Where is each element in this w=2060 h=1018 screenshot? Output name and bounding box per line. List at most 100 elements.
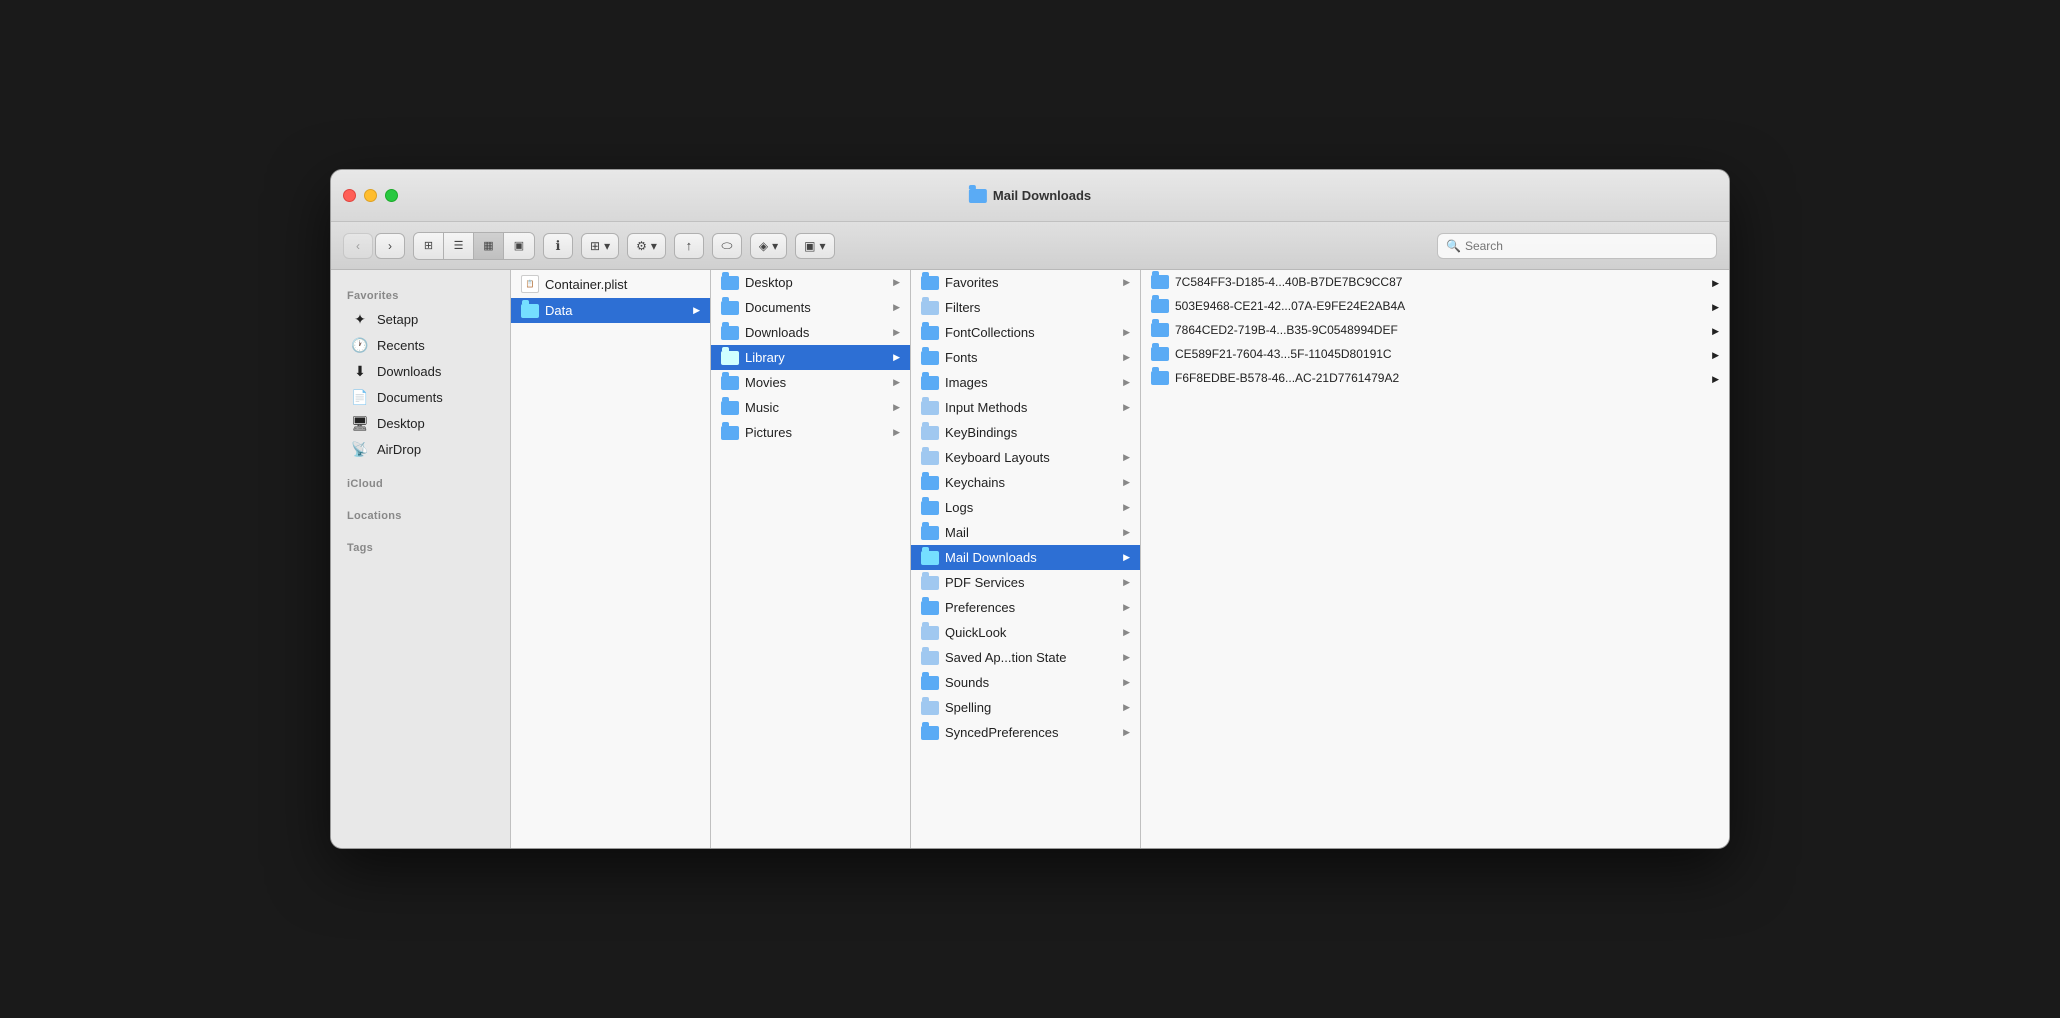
search-box[interactable]: 🔍 [1437, 233, 1717, 259]
group-dropdown[interactable]: ⊞ ▾ [581, 233, 619, 259]
sidebar-item-recents[interactable]: 🕐 Recents [335, 332, 506, 358]
list-item[interactable]: Downloads [711, 320, 910, 345]
mail-downloads-item[interactable]: Mail Downloads [911, 545, 1140, 570]
locations-label: Locations [331, 502, 510, 526]
back-button[interactable]: ‹ [343, 233, 373, 259]
list-item[interactable]: Favorites [911, 270, 1140, 295]
folder-icon [921, 726, 939, 740]
action-dropdown[interactable]: ⚙ ▾ [627, 233, 666, 259]
list-item[interactable]: Fonts [911, 345, 1140, 370]
titlebar: Mail Downloads [331, 170, 1729, 222]
folder-icon [921, 676, 939, 690]
downloads-col2-label: Downloads [745, 325, 809, 340]
list-item[interactable]: Saved Ap...tion State [911, 645, 1140, 670]
list-item[interactable]: Keychains [911, 470, 1140, 495]
sidebar-item-desktop[interactable]: 🖥 Desktop [335, 410, 506, 436]
dropdown-arrow2: ▾ [651, 239, 657, 253]
data-label: Data [545, 303, 572, 318]
tag-icon: ⬭ [721, 238, 732, 254]
chevron-right-icon [893, 427, 900, 438]
list-item[interactable]: KeyBindings [911, 420, 1140, 445]
folder-icon [921, 276, 939, 290]
list-item[interactable]: Documents [711, 295, 910, 320]
search-input[interactable] [1465, 239, 1708, 253]
list-item[interactable]: 7864CED2-719B-4...B35-9C0548994DEF [1141, 318, 1729, 342]
sidebar-item-airdrop[interactable]: 📡 AirDrop [335, 436, 506, 462]
chevron-right-icon [1123, 727, 1130, 738]
music-col2-label: Music [745, 400, 779, 415]
list-item[interactable]: 503E9468-CE21-42...07A-E9FE24E2AB4A [1141, 294, 1729, 318]
list-view-button[interactable]: ☰ [444, 233, 474, 259]
icloud-label: iCloud [331, 470, 510, 494]
back-icon: ‹ [356, 239, 360, 253]
list-item[interactable]: 📋 Container.plist [511, 270, 710, 298]
toolbar: ‹ › ⊞ ☰ ▦ ▣ ℹ ⊞ ▾ [331, 222, 1729, 270]
folder-icon [721, 326, 739, 340]
sidebar-item-setapp[interactable]: ✦ Setapp [335, 306, 506, 332]
list-item[interactable]: Keyboard Layouts [911, 445, 1140, 470]
list-item[interactable]: Mail [911, 520, 1140, 545]
minimize-button[interactable] [364, 189, 377, 202]
list-item[interactable]: CE589F21-7604-43...5F-11045D80191C [1141, 342, 1729, 366]
dropbox-dropdown[interactable]: ◈ ▾ [750, 233, 787, 259]
chevron-right-icon [1123, 377, 1130, 388]
tag-button[interactable]: ⬭ [712, 233, 742, 259]
chevron-right-icon [1123, 527, 1130, 538]
column-4: 7C584FF3-D185-4...40B-B7DE7BC9CC87 503E9… [1141, 270, 1729, 848]
list-item[interactable]: Pictures [711, 420, 910, 445]
list-item[interactable]: Music [711, 395, 910, 420]
tags-label: Tags [331, 534, 510, 558]
column-view-button[interactable]: ▦ [474, 233, 504, 259]
chevron-right-icon [893, 352, 900, 363]
chevron-right-icon [1123, 277, 1130, 288]
share-button[interactable]: ↑ [674, 233, 704, 259]
list-item[interactable]: Filters [911, 295, 1140, 320]
list-item[interactable]: Images [911, 370, 1140, 395]
container-plist-label: Container.plist [545, 277, 627, 292]
list-item[interactable]: Desktop [711, 270, 910, 295]
folder-icon [921, 701, 939, 715]
list-item[interactable]: PDF Services [911, 570, 1140, 595]
folder-icon [721, 351, 739, 365]
list-item[interactable]: Preferences [911, 595, 1140, 620]
info-button[interactable]: ℹ [543, 233, 573, 259]
icon-view-icon: ⊞ [424, 239, 433, 252]
desktop-icon: 🖥 [351, 414, 369, 432]
list-item[interactable]: QuickLook [911, 620, 1140, 645]
list-item[interactable]: Logs [911, 495, 1140, 520]
window-title: Mail Downloads [969, 188, 1091, 203]
favorites-label: Favorites [331, 282, 510, 306]
forward-button[interactable]: › [375, 233, 405, 259]
chevron-right-icon [1123, 652, 1130, 663]
chevron-right-icon [1123, 402, 1130, 413]
icon-view-button[interactable]: ⊞ [414, 233, 444, 259]
recents-icon: 🕐 [351, 336, 369, 354]
list-item[interactable]: Sounds [911, 670, 1140, 695]
folder-icon [921, 301, 939, 315]
maximize-button[interactable] [385, 189, 398, 202]
chevron-right-icon [1712, 323, 1719, 337]
folder-icon [721, 426, 739, 440]
list-item[interactable]: 7C584FF3-D185-4...40B-B7DE7BC9CC87 [1141, 270, 1729, 294]
list-item[interactable]: F6F8EDBE-B578-46...AC-21D7761479A2 [1141, 366, 1729, 390]
list-item[interactable]: Data [511, 298, 710, 323]
dropdown-arrow4: ▾ [820, 239, 826, 253]
list-item[interactable]: Movies [711, 370, 910, 395]
list-item[interactable]: Library [711, 345, 910, 370]
documents-icon: 📄 [351, 388, 369, 406]
info-icon: ℹ [556, 238, 561, 254]
list-item[interactable]: Input Methods [911, 395, 1140, 420]
list-item[interactable]: SyncedPreferences [911, 720, 1140, 745]
device-dropdown[interactable]: ▣ ▾ [795, 233, 834, 259]
chevron-right-icon [1123, 352, 1130, 363]
folder-icon [721, 301, 739, 315]
nav-buttons: ‹ › [343, 233, 405, 259]
list-view-icon: ☰ [454, 239, 464, 252]
sidebar-item-documents[interactable]: 📄 Documents [335, 384, 506, 410]
documents-label: Documents [377, 390, 443, 405]
gallery-view-button[interactable]: ▣ [504, 233, 534, 259]
list-item[interactable]: FontCollections [911, 320, 1140, 345]
close-button[interactable] [343, 189, 356, 202]
sidebar-item-downloads[interactable]: ⬇ Downloads [335, 358, 506, 384]
list-item[interactable]: Spelling [911, 695, 1140, 720]
